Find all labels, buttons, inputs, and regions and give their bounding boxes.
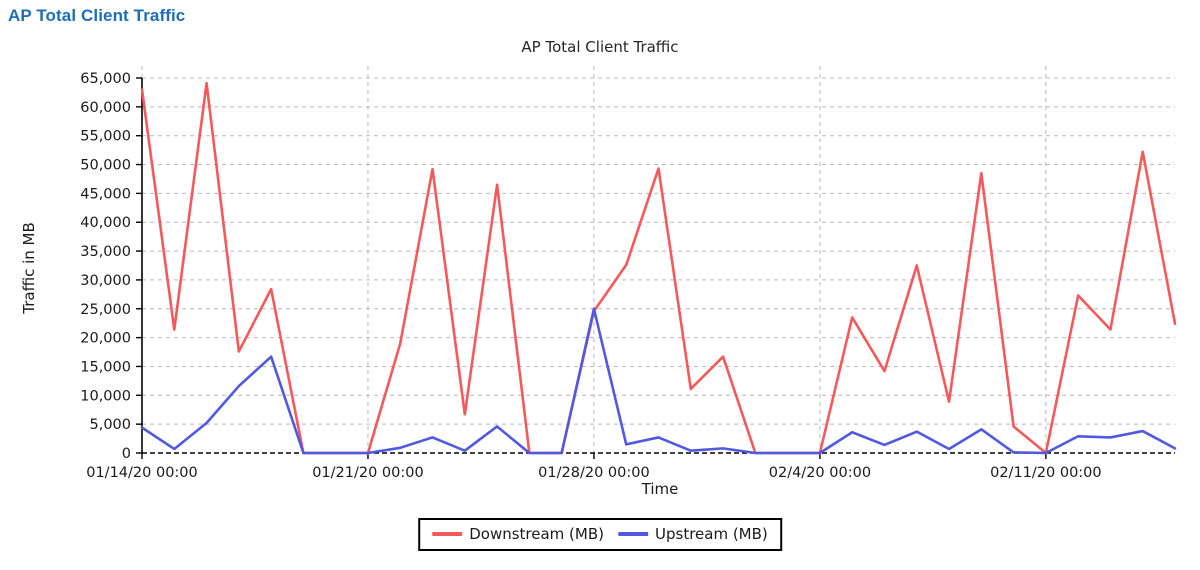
line-chart-plot: 0 5,000 10,000 15,000 20,000 25,000 30,000 35,0… — [20, 66, 1177, 498]
gridlines-group — [141, 66, 1175, 453]
chart-legend: Downstream (MB) Upstream (MB) — [418, 518, 782, 551]
x-tick-label: 02/4/20 00:00 — [769, 465, 871, 481]
y-tick-label: 65,000 — [80, 71, 131, 87]
y-tick-label: 35,000 — [80, 244, 131, 260]
legend-item-upstream[interactable]: Upstream (MB) — [618, 525, 768, 543]
x-axis-title: Time — [641, 480, 679, 498]
line-swatch-icon — [432, 532, 463, 536]
y-tick-label: 20,000 — [80, 331, 131, 347]
x-axis-ticks-group: 01/14/20 00:00 01/21/20 00:00 01/28/20 00:… — [86, 453, 1102, 481]
legend-label-upstream: Upstream (MB) — [655, 525, 768, 543]
x-tick-label: 02/11/20 00:00 — [990, 465, 1102, 481]
legend-label-downstream: Downstream (MB) — [469, 525, 604, 543]
x-tick-label: 01/14/20 00:00 — [86, 465, 198, 481]
chart-container: AP Total Client Traffic 0 5,000 10,000 15,0… — [0, 28, 1200, 570]
series-line-downstream — [140, 81, 1177, 455]
y-tick-label: 5,000 — [89, 417, 131, 433]
y-tick-label: 50,000 — [80, 158, 131, 174]
legend-item-downstream[interactable]: Downstream (MB) — [432, 525, 604, 543]
y-tick-label: 55,000 — [80, 129, 131, 145]
y-tick-label: 10,000 — [80, 388, 131, 404]
y-tick-label: 25,000 — [80, 302, 131, 318]
page-title: AP Total Client Traffic — [8, 6, 186, 25]
line-swatch-icon — [618, 532, 648, 536]
y-tick-label: 45,000 — [80, 186, 131, 202]
y-tick-label: 60,000 — [80, 100, 131, 116]
y-tick-label: 0 — [122, 446, 131, 462]
y-axis-title: Traffic in MB — [20, 222, 38, 315]
y-tick-label: 30,000 — [80, 273, 131, 289]
y-tick-label: 15,000 — [80, 359, 131, 375]
y-tick-label: 40,000 — [80, 215, 131, 231]
x-tick-label: 01/28/20 00:00 — [538, 465, 650, 481]
y-axis-ticks-group: 0 5,000 10,000 15,000 20,000 25,000 30,000 35,0… — [80, 71, 142, 462]
data-series-group — [140, 81, 1177, 455]
x-tick-label: 01/21/20 00:00 — [312, 465, 424, 481]
